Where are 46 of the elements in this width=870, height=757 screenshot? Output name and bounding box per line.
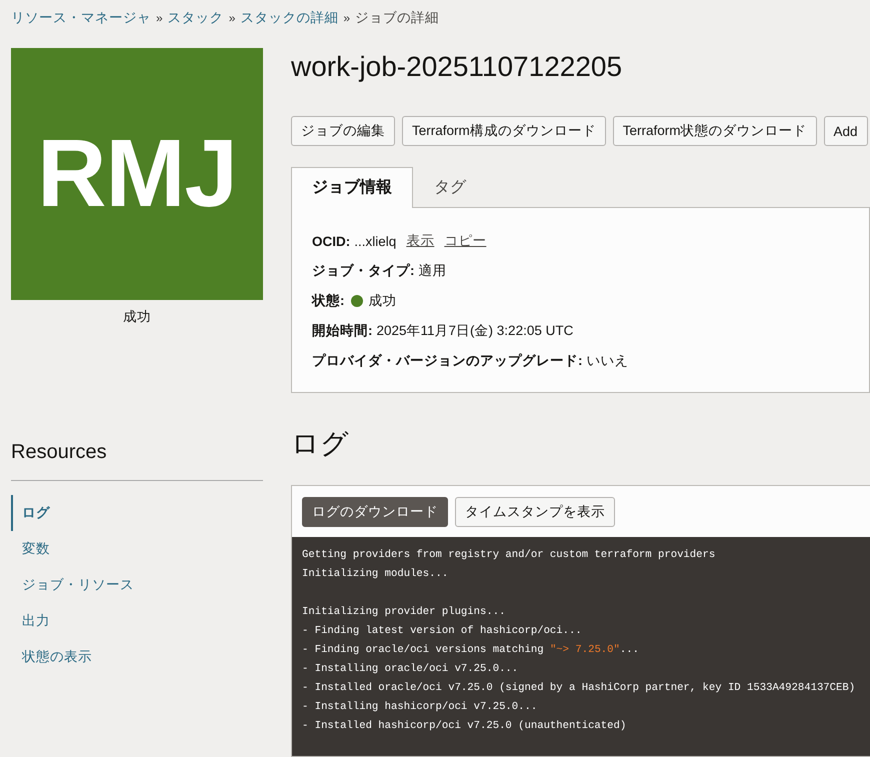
log-line: - Installed hashicorp/oci v7.25.0 (unauthenticated) xyxy=(302,719,628,734)
field-link[interactable]: コピー xyxy=(444,232,486,250)
field-label: ジョブ・タイプ: xyxy=(312,262,414,280)
field-value: 2025年11月7日(金) 3:22:05 UTC xyxy=(376,322,574,340)
breadcrumb-separator: » xyxy=(156,11,163,25)
field-link[interactable]: 表示 xyxy=(406,232,434,250)
log-line: - Installed oracle/oci v7.25.0 (signed by a HashiCorp partner, key ID 1533A49284137CEB) xyxy=(302,681,856,696)
field-value: 適用 xyxy=(418,262,446,280)
log-line: - Finding latest version of hashicorp/oci... xyxy=(302,624,583,639)
action-button[interactable]: ジョブの編集 xyxy=(291,116,395,146)
action-button[interactable]: Add xyxy=(824,116,868,146)
resources-heading: Resources xyxy=(11,441,108,464)
tab[interactable]: ジョブ情報 xyxy=(291,167,413,208)
field-label: 開始時間: xyxy=(312,322,372,340)
field-value: ...xlielq xyxy=(354,234,396,248)
log-line: - Installing oracle/oci v7.25.0... xyxy=(302,662,520,677)
resources-nav-item[interactable]: 変数 xyxy=(11,531,263,567)
log-line: - Finding oracle/oci versions matching "~> 7.25.0"... xyxy=(302,643,640,658)
breadcrumb-link[interactable]: リソース・マネージャ xyxy=(11,9,151,27)
log-line: Getting providers from registry and/or custom terraform providers xyxy=(302,548,716,563)
action-button[interactable]: Terraform状態のダウンロード xyxy=(612,116,817,146)
breadcrumb-separator: » xyxy=(228,11,236,25)
resources-nav-item[interactable]: ログ xyxy=(11,495,263,531)
log-line: Initializing provider plugins... xyxy=(302,605,506,620)
breadcrumb-current: ジョブの詳細 xyxy=(355,9,440,27)
action-button[interactable]: Terraform構成のダウンロード xyxy=(402,116,606,146)
field-label: OCID: xyxy=(312,234,350,248)
log-line: Initializing modules... xyxy=(302,567,450,582)
breadcrumb-link[interactable]: スタックの詳細 xyxy=(240,9,338,27)
field-label: 状態: xyxy=(312,292,344,310)
job-logo: RMJ xyxy=(11,48,263,300)
log-button[interactable]: タイムスタンプを表示 xyxy=(455,497,615,527)
resources-nav-item[interactable]: 状態の表示 xyxy=(11,639,263,675)
breadcrumb-link[interactable]: スタック xyxy=(168,9,224,27)
tab[interactable]: タグ xyxy=(413,167,487,208)
logo-caption: 成功 xyxy=(123,308,151,326)
log-button[interactable]: ログのダウンロード xyxy=(302,497,448,527)
field-label: プロバイダ・バージョンのアップグレード: xyxy=(312,352,582,370)
log-line: - Installing hashicorp/oci v7.25.0... xyxy=(302,700,538,715)
log-heading: ログ xyxy=(291,427,350,461)
resources-nav-item[interactable]: ジョブ・リソース xyxy=(11,567,263,603)
job-title: work-job-20251107122205 xyxy=(291,51,624,84)
resources-nav-item[interactable]: 出力 xyxy=(11,603,263,639)
field-value: 成功 xyxy=(368,292,396,310)
field-value: いいえ xyxy=(586,352,628,370)
breadcrumb-separator: » xyxy=(343,11,350,25)
